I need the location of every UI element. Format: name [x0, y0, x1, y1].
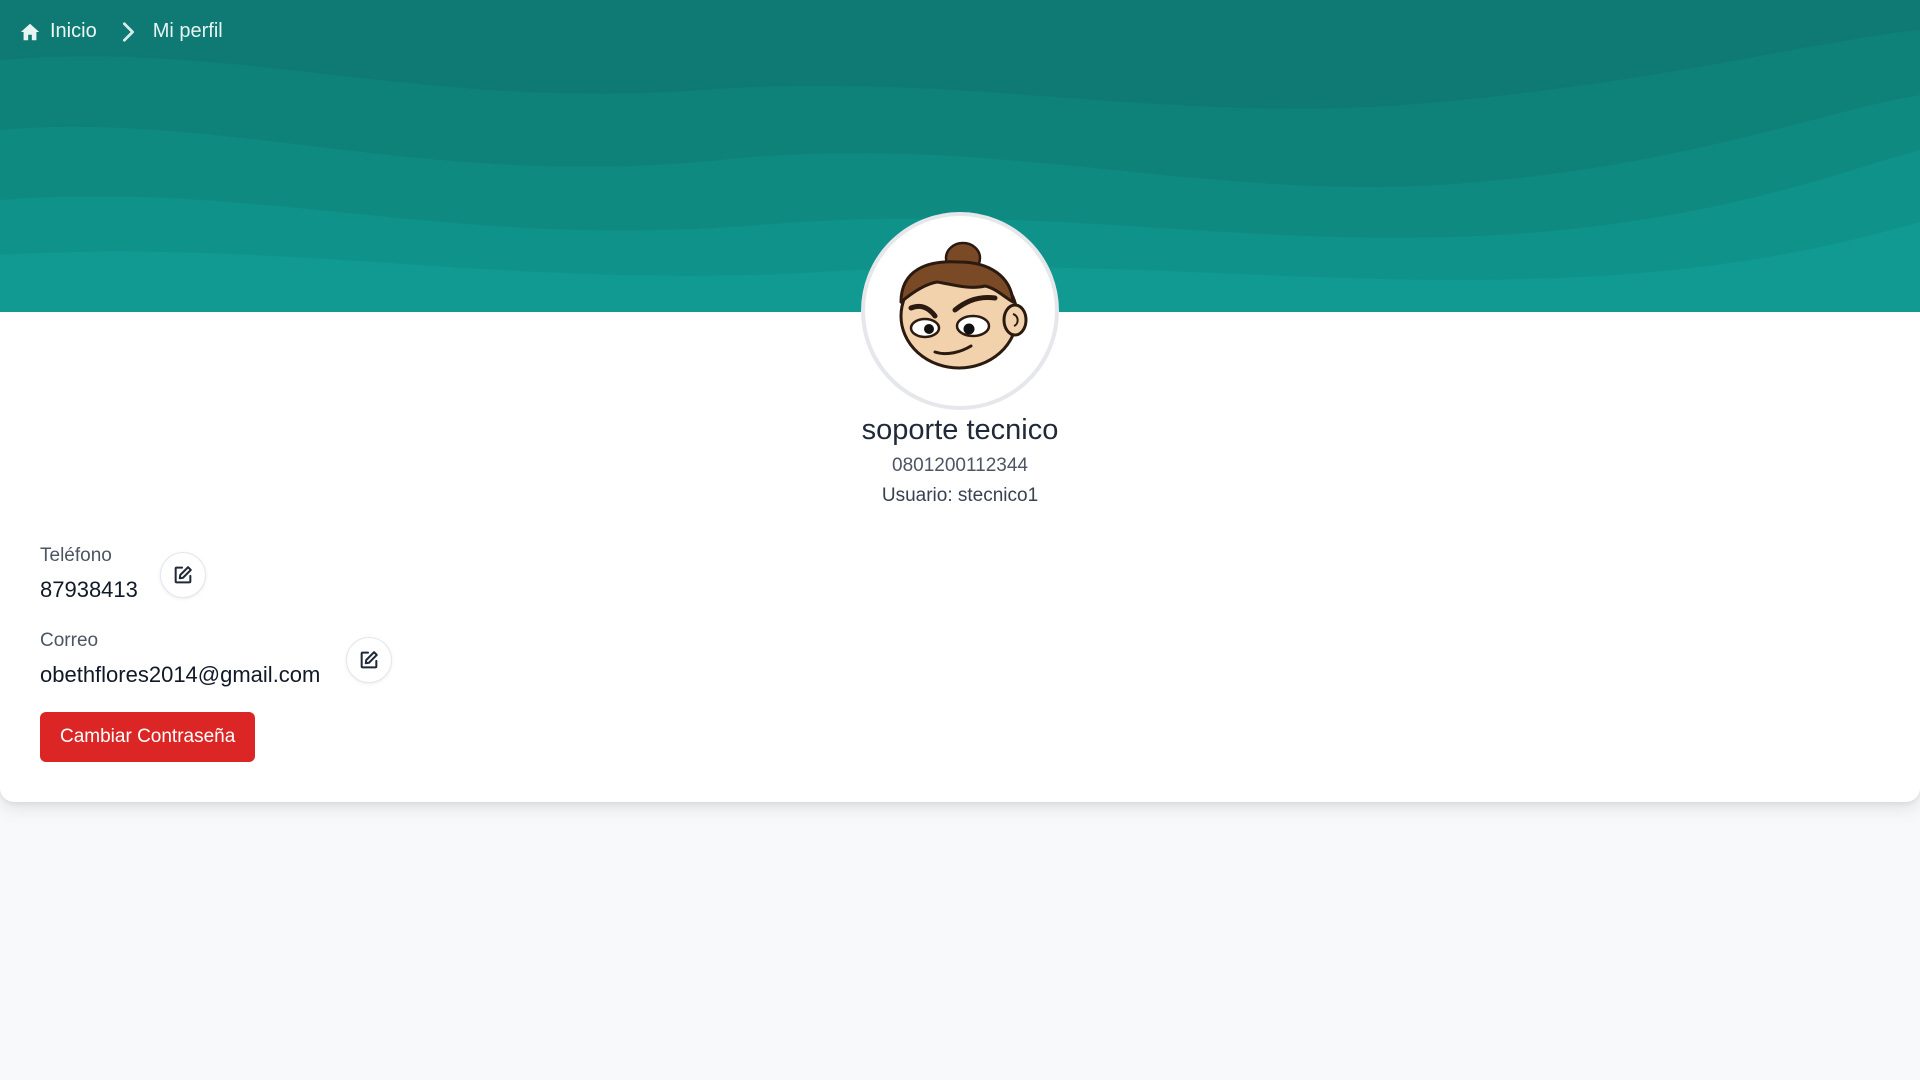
edit-email-button[interactable] — [346, 637, 392, 683]
chevron-right-icon — [122, 21, 134, 42]
email-field: Correo obethflores2014@gmail.com — [40, 630, 320, 688]
email-value: obethflores2014@gmail.com — [40, 662, 321, 687]
profile-username: Usuario: stecnico1 — [881, 485, 1039, 506]
profile-name: soporte tecnico — [861, 414, 1059, 446]
breadcrumb-current: Mi perfil — [152, 20, 223, 42]
phone-label: Teléfono — [40, 545, 112, 566]
profile-id-number: 0801200112344 — [892, 455, 1028, 476]
phone-field: Teléfono 87938413 — [40, 545, 138, 603]
edit-icon — [174, 566, 192, 584]
avatar — [861, 212, 1059, 410]
edit-phone-button[interactable] — [160, 552, 206, 598]
breadcrumb: Inicio Mi perfil — [19, 20, 223, 43]
email-label: Correo — [40, 630, 99, 651]
phone-value: 87938413 — [40, 577, 138, 602]
profile-card: Inicio Mi perfil soporte tecnico 0801200… — [0, 0, 1920, 802]
home-icon[interactable] — [19, 21, 41, 43]
edit-icon — [360, 651, 378, 669]
change-password-button[interactable]: Cambiar Contraseña — [40, 712, 256, 762]
breadcrumb-home-link[interactable]: Inicio — [50, 20, 97, 43]
cartoon-face-avatar — [899, 241, 1028, 370]
